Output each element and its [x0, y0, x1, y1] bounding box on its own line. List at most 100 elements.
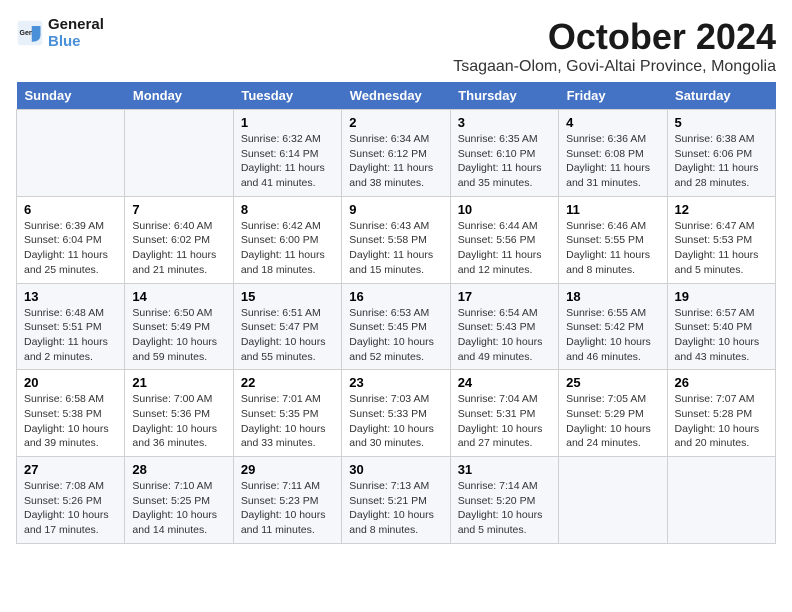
day-info: Sunrise: 6:36 AMSunset: 6:08 PMDaylight:… — [566, 132, 659, 191]
day-info: Sunrise: 6:44 AMSunset: 5:56 PMDaylight:… — [458, 219, 551, 278]
day-number: 22 — [241, 375, 334, 390]
col-wednesday: Wednesday — [342, 82, 450, 110]
day-info: Sunrise: 7:10 AMSunset: 5:25 PMDaylight:… — [132, 479, 225, 538]
day-info: Sunrise: 6:38 AMSunset: 6:06 PMDaylight:… — [675, 132, 768, 191]
day-number: 11 — [566, 202, 659, 217]
calendar-cell: 2 Sunrise: 6:34 AMSunset: 6:12 PMDaylight… — [342, 110, 450, 197]
col-monday: Monday — [125, 82, 233, 110]
day-number: 14 — [132, 289, 225, 304]
day-number: 20 — [24, 375, 117, 390]
day-number: 1 — [241, 115, 334, 130]
calendar-header: Sunday Monday Tuesday Wednesday Thursday… — [17, 82, 776, 110]
calendar-cell: 13 Sunrise: 6:48 AMSunset: 5:51 PMDayligh… — [17, 283, 125, 370]
day-info: Sunrise: 6:58 AMSunset: 5:38 PMDaylight:… — [24, 392, 117, 451]
logo: Gen General Blue — [16, 16, 104, 50]
col-friday: Friday — [559, 82, 667, 110]
calendar-cell — [559, 457, 667, 544]
day-info: Sunrise: 6:55 AMSunset: 5:42 PMDaylight:… — [566, 306, 659, 365]
day-number: 27 — [24, 462, 117, 477]
day-info: Sunrise: 6:46 AMSunset: 5:55 PMDaylight:… — [566, 219, 659, 278]
col-saturday: Saturday — [667, 82, 775, 110]
day-info: Sunrise: 6:40 AMSunset: 6:02 PMDaylight:… — [132, 219, 225, 278]
day-info: Sunrise: 6:32 AMSunset: 6:14 PMDaylight:… — [241, 132, 334, 191]
calendar-cell: 21 Sunrise: 7:00 AMSunset: 5:36 PMDayligh… — [125, 370, 233, 457]
calendar-cell — [125, 110, 233, 197]
calendar-subtitle: Tsagaan-Olom, Govi-Altai Province, Mongo… — [453, 58, 776, 76]
day-number: 24 — [458, 375, 551, 390]
calendar-cell: 16Sunrise: 6:53 AMSunset: 5:45 PMDayligh… — [342, 283, 450, 370]
calendar-week-3: 13 Sunrise: 6:48 AMSunset: 5:51 PMDayligh… — [17, 283, 776, 370]
day-info: Sunrise: 7:03 AMSunset: 5:33 PMDaylight:… — [349, 392, 442, 451]
calendar-cell: 8Sunrise: 6:42 AMSunset: 6:00 PMDaylight… — [233, 196, 341, 283]
calendar-cell: 25 Sunrise: 7:05 AMSunset: 5:29 PMDayligh… — [559, 370, 667, 457]
day-number: 28 — [132, 462, 225, 477]
calendar-cell — [667, 457, 775, 544]
calendar-cell: 11 Sunrise: 6:46 AMSunset: 5:55 PMDayligh… — [559, 196, 667, 283]
svg-text:Gen: Gen — [20, 30, 34, 37]
calendar-cell: 9Sunrise: 6:43 AMSunset: 5:58 PMDaylight… — [342, 196, 450, 283]
calendar-body: 1 Sunrise: 6:32 AMSunset: 6:14 PMDaylight… — [17, 110, 776, 544]
day-number: 2 — [349, 115, 442, 130]
calendar-cell: 19 Sunrise: 6:57 AMSunset: 5:40 PMDayligh… — [667, 283, 775, 370]
day-number: 13 — [24, 289, 117, 304]
col-tuesday: Tuesday — [233, 82, 341, 110]
calendar-cell: 12 Sunrise: 6:47 AMSunset: 5:53 PMDayligh… — [667, 196, 775, 283]
header-row: Sunday Monday Tuesday Wednesday Thursday… — [17, 82, 776, 110]
calendar-cell: 3 Sunrise: 6:35 AMSunset: 6:10 PMDaylight… — [450, 110, 558, 197]
day-number: 10 — [458, 202, 551, 217]
day-info: Sunrise: 7:13 AMSunset: 5:21 PMDaylight:… — [349, 479, 442, 538]
day-info: Sunrise: 6:47 AMSunset: 5:53 PMDaylight:… — [675, 219, 768, 278]
day-number: 25 — [566, 375, 659, 390]
day-info: Sunrise: 7:07 AMSunset: 5:28 PMDaylight:… — [675, 392, 768, 451]
day-number: 17 — [458, 289, 551, 304]
day-info: Sunrise: 6:48 AMSunset: 5:51 PMDaylight:… — [24, 306, 117, 365]
calendar-cell: 22Sunrise: 7:01 AMSunset: 5:35 PMDayligh… — [233, 370, 341, 457]
calendar-cell: 4Sunrise: 6:36 AMSunset: 6:08 PMDaylight… — [559, 110, 667, 197]
day-number: 16 — [349, 289, 442, 304]
calendar-cell: 1 Sunrise: 6:32 AMSunset: 6:14 PMDaylight… — [233, 110, 341, 197]
calendar-title: October 2024 — [453, 16, 776, 58]
calendar-week-5: 27 Sunrise: 7:08 AMSunset: 5:26 PMDayligh… — [17, 457, 776, 544]
col-thursday: Thursday — [450, 82, 558, 110]
day-number: 29 — [241, 462, 334, 477]
day-info: Sunrise: 7:05 AMSunset: 5:29 PMDaylight:… — [566, 392, 659, 451]
col-sunday: Sunday — [17, 82, 125, 110]
day-number: 19 — [675, 289, 768, 304]
day-number: 15 — [241, 289, 334, 304]
calendar-cell: 6Sunrise: 6:39 AMSunset: 6:04 PMDaylight… — [17, 196, 125, 283]
calendar-cell: 14 Sunrise: 6:50 AMSunset: 5:49 PMDayligh… — [125, 283, 233, 370]
day-info: Sunrise: 6:57 AMSunset: 5:40 PMDaylight:… — [675, 306, 768, 365]
calendar-cell: 17 Sunrise: 6:54 AMSunset: 5:43 PMDayligh… — [450, 283, 558, 370]
day-info: Sunrise: 7:08 AMSunset: 5:26 PMDaylight:… — [24, 479, 117, 538]
day-info: Sunrise: 6:35 AMSunset: 6:10 PMDaylight:… — [458, 132, 551, 191]
calendar-cell: 28 Sunrise: 7:10 AMSunset: 5:25 PMDayligh… — [125, 457, 233, 544]
calendar-cell: 29Sunrise: 7:11 AMSunset: 5:23 PMDayligh… — [233, 457, 341, 544]
calendar-cell: 31Sunrise: 7:14 AMSunset: 5:20 PMDayligh… — [450, 457, 558, 544]
day-info: Sunrise: 7:04 AMSunset: 5:31 PMDaylight:… — [458, 392, 551, 451]
day-number: 7 — [132, 202, 225, 217]
day-info: Sunrise: 6:54 AMSunset: 5:43 PMDaylight:… — [458, 306, 551, 365]
day-info: Sunrise: 7:00 AMSunset: 5:36 PMDaylight:… — [132, 392, 225, 451]
calendar-table: Sunday Monday Tuesday Wednesday Thursday… — [16, 82, 776, 544]
calendar-cell: 15 Sunrise: 6:51 AMSunset: 5:47 PMDayligh… — [233, 283, 341, 370]
day-number: 26 — [675, 375, 768, 390]
day-info: Sunrise: 6:39 AMSunset: 6:04 PMDaylight:… — [24, 219, 117, 278]
day-number: 3 — [458, 115, 551, 130]
title-area: October 2024 Tsagaan-Olom, Govi-Altai Pr… — [453, 16, 776, 76]
day-info: Sunrise: 6:51 AMSunset: 5:47 PMDaylight:… — [241, 306, 334, 365]
day-number: 21 — [132, 375, 225, 390]
calendar-cell: 27 Sunrise: 7:08 AMSunset: 5:26 PMDayligh… — [17, 457, 125, 544]
calendar-cell: 30 Sunrise: 7:13 AMSunset: 5:21 PMDayligh… — [342, 457, 450, 544]
calendar-cell: 23Sunrise: 7:03 AMSunset: 5:33 PMDayligh… — [342, 370, 450, 457]
day-info: Sunrise: 6:50 AMSunset: 5:49 PMDaylight:… — [132, 306, 225, 365]
day-number: 9 — [349, 202, 442, 217]
page-header: Gen General Blue October 2024 Tsagaan-Ol… — [16, 16, 776, 76]
calendar-cell — [17, 110, 125, 197]
calendar-cell: 26 Sunrise: 7:07 AMSunset: 5:28 PMDayligh… — [667, 370, 775, 457]
day-number: 12 — [675, 202, 768, 217]
calendar-cell: 5Sunrise: 6:38 AMSunset: 6:06 PMDaylight… — [667, 110, 775, 197]
day-number: 30 — [349, 462, 442, 477]
calendar-cell: 10 Sunrise: 6:44 AMSunset: 5:56 PMDayligh… — [450, 196, 558, 283]
calendar-cell: 7 Sunrise: 6:40 AMSunset: 6:02 PMDaylight… — [125, 196, 233, 283]
day-info: Sunrise: 6:34 AMSunset: 6:12 PMDaylight:… — [349, 132, 442, 191]
